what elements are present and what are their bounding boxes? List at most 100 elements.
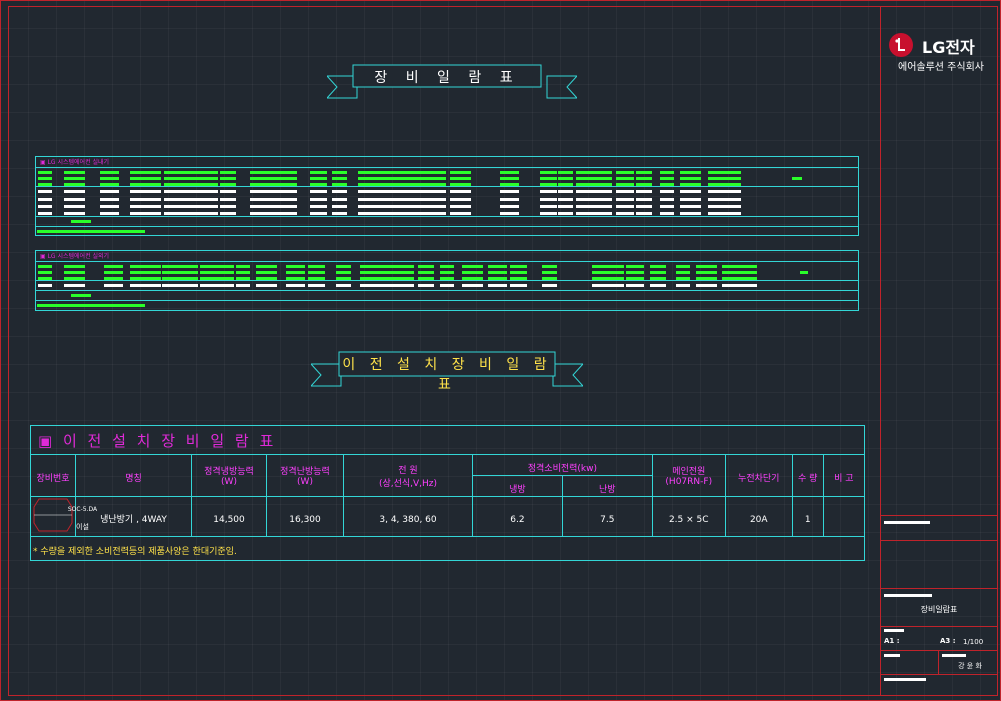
schedule-text-block	[558, 212, 573, 215]
schedule-text-block	[400, 212, 418, 215]
schedule-text-block	[722, 271, 741, 274]
schedule-text-block	[558, 205, 573, 208]
schedule-text-block	[146, 265, 161, 268]
schedule-text-block	[396, 265, 414, 268]
schedule-text-block	[680, 190, 701, 193]
schedule-text-block	[400, 205, 418, 208]
schedule-text-block	[200, 171, 218, 174]
schedule-text-block	[604, 265, 624, 268]
schedule-text-block	[278, 198, 297, 201]
schedule-text-block	[636, 212, 652, 215]
size-a3: A3 :	[940, 637, 956, 645]
schedule-text-block	[358, 177, 380, 180]
schedule-text-block	[432, 205, 446, 208]
schedule-text-block	[432, 212, 446, 215]
table-note-row: * 수량을 제외한 소비전력등의 제품사양은 한대기준임.	[30, 536, 865, 561]
schedule-text-block	[396, 284, 414, 287]
schedule-text-block	[650, 277, 666, 280]
schedule-text-block	[332, 171, 347, 174]
schedule-text-block	[592, 177, 612, 180]
schedule-text-block	[38, 271, 52, 274]
schedule-text-block	[100, 177, 119, 180]
schedule-text-block	[396, 277, 414, 280]
schedule-text-block	[440, 277, 454, 280]
schedule-text-block	[440, 284, 454, 287]
schedule-text-block	[358, 183, 380, 186]
schedule-text-block	[680, 177, 701, 180]
cell-id: SOC-5.DA 이설	[30, 496, 97, 537]
schedule-text-block	[146, 271, 161, 274]
schedule-text-block	[660, 171, 674, 174]
cell-cons-heat: 7.5	[561, 496, 653, 537]
schedule-text-block	[792, 177, 802, 180]
schedule-text-block	[146, 190, 161, 193]
schedule-text-block	[178, 277, 198, 280]
schedule-text-block	[440, 271, 454, 274]
schedule-text-block	[380, 198, 400, 201]
schedule-text-block	[38, 177, 52, 180]
schedule-text-block	[604, 277, 624, 280]
schedule-text-block	[358, 190, 380, 193]
schedule-text-block	[220, 177, 236, 180]
schedule-text-block	[220, 198, 236, 201]
schedule-text-block	[250, 177, 264, 180]
schedule-text-block	[332, 205, 347, 208]
schedule-text-block	[592, 198, 612, 201]
schedule-text-block	[680, 171, 701, 174]
schedule-text-block	[182, 171, 202, 174]
schedule-text-block	[680, 183, 701, 186]
schedule-text-block	[740, 277, 757, 280]
schedule-text-block	[336, 271, 351, 274]
schedule-text-block	[104, 277, 123, 280]
schedule-text-block	[558, 190, 573, 193]
schedule-text-block	[660, 205, 674, 208]
schedule-text-block	[626, 265, 644, 268]
schedule-text-block	[650, 265, 666, 268]
schedule-text-block	[592, 171, 612, 174]
cell-main-power: 2.5 × 5C	[651, 496, 726, 537]
schedule-text-block	[64, 277, 85, 280]
schedule-text-block	[64, 265, 85, 268]
schedule-text-block	[540, 177, 557, 180]
schedule-text-block	[740, 271, 757, 274]
schedule-text-block	[220, 212, 236, 215]
schedule-text-block	[182, 183, 202, 186]
schedule-text-block	[146, 205, 161, 208]
schedule-text-block	[200, 190, 218, 193]
schedule-text-block	[626, 271, 644, 274]
schedule-text-block	[488, 271, 507, 274]
schedule-text-block	[724, 198, 741, 201]
schedule-text-block	[310, 190, 327, 193]
schedule-text-block	[200, 271, 218, 274]
schedule-text-block	[130, 277, 147, 280]
banner-equipment-list: 장 비 일 람 표	[374, 70, 520, 86]
schedule-text-block	[616, 183, 634, 186]
header-consumption: 정격소비전력(kw)	[472, 454, 653, 476]
schedule-text-block	[616, 190, 634, 193]
schedule-text-block	[182, 205, 202, 208]
schedule-text-block	[660, 212, 674, 215]
schedule-text-block	[200, 198, 218, 201]
schedule-text-block	[250, 212, 264, 215]
schedule-text-block	[218, 277, 234, 280]
schedule-text-block	[104, 271, 123, 274]
schedule-text-block	[616, 177, 634, 180]
schedule-text-block	[540, 183, 557, 186]
schedule-text-block	[396, 271, 414, 274]
schedule-text-block	[500, 205, 519, 208]
schedule-text-block	[450, 177, 471, 180]
schedule-text-block	[130, 284, 147, 287]
scale: 1/100	[963, 638, 984, 646]
schedule-text-block	[200, 284, 218, 287]
schedule-text-block	[540, 190, 557, 193]
schedule-text-block	[146, 284, 161, 287]
cell-cons-cool: 6.2	[472, 496, 563, 537]
schedule-text-block	[636, 198, 652, 201]
schedule-text-block	[182, 190, 202, 193]
schedule-text-block	[450, 198, 471, 201]
schedule-text-block	[722, 284, 741, 287]
schedule-text-block	[650, 284, 666, 287]
schedule-text-block	[38, 277, 52, 280]
schedule-text-block	[332, 212, 347, 215]
title-block	[880, 6, 998, 696]
